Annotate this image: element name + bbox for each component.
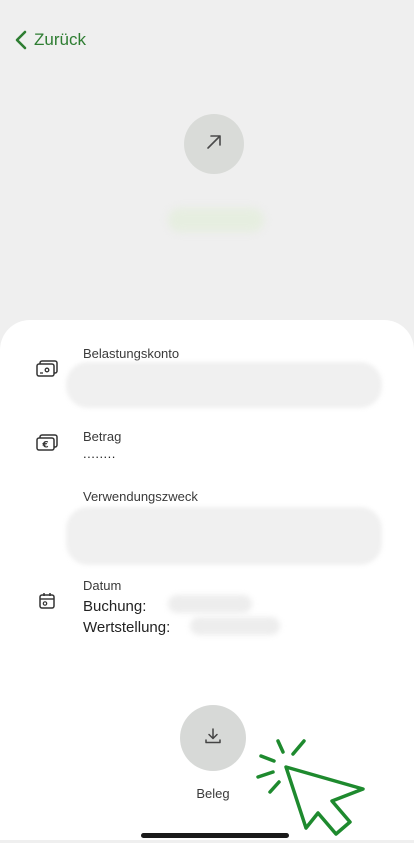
home-indicator (141, 833, 289, 838)
redacted-amount (168, 208, 264, 232)
redacted-value-date (190, 617, 280, 635)
purpose-label: Verwendungszweck (83, 489, 198, 504)
header-area: Zurück (0, 0, 414, 340)
back-label: Zurück (34, 30, 86, 49)
card-wallet-icon (34, 358, 60, 380)
date-label: Datum (83, 578, 122, 593)
chevron-left-icon (14, 30, 28, 50)
redacted-booking-date (168, 595, 252, 613)
calendar-icon (34, 590, 60, 612)
value-date-label: Wertstellung: (83, 619, 171, 636)
svg-text:€: € (41, 441, 48, 451)
download-icon (203, 726, 223, 751)
amount-label: Betrag (83, 429, 122, 444)
back-button[interactable]: Zurück (14, 27, 86, 53)
euro-card-icon: € (34, 432, 60, 454)
redacted-account-value (66, 362, 382, 408)
click-cursor-icon (246, 734, 370, 843)
transaction-direction-badge (184, 114, 244, 174)
arrow-up-right-icon (203, 131, 225, 158)
account-label: Belastungskonto (83, 346, 180, 361)
booking-date-label: Buchung: (83, 598, 147, 615)
amount-value: ........ (83, 446, 116, 461)
redacted-purpose-value (66, 507, 382, 565)
receipt-download-button[interactable] (180, 705, 246, 771)
